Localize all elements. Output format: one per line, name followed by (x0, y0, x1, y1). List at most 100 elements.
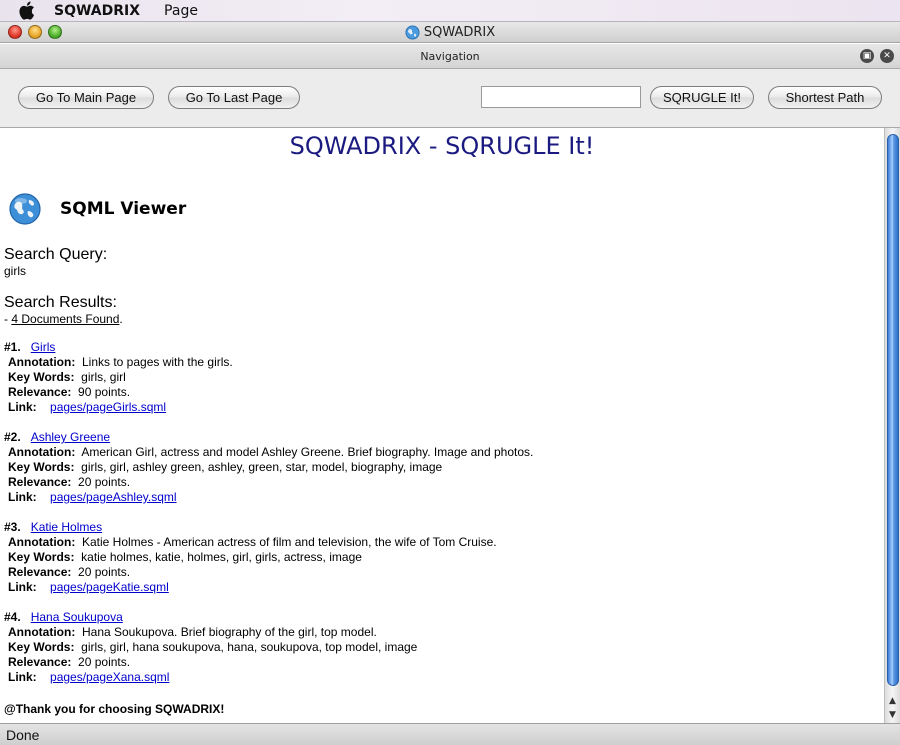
window-title-bar: SQWADRIX (0, 22, 900, 43)
go-to-main-page-button[interactable]: Go To Main Page (18, 86, 154, 109)
result-link-row: Link: pages/pageAshley.sqml (4, 490, 533, 505)
globe-icon (9, 193, 41, 225)
result-keywords-row: Key Words: girls, girl, ashley green, as… (4, 460, 533, 475)
menu-bar: SQWADRIX Page (0, 0, 900, 22)
search-query-label: Search Query: (4, 246, 108, 263)
result-keywords-row: Key Words: katie holmes, katie, holmes, … (4, 550, 497, 565)
apple-logo-icon[interactable] (18, 1, 40, 21)
search-input[interactable] (481, 86, 641, 108)
globe-icon (405, 24, 420, 40)
result-relevance: 20 points. (78, 565, 131, 579)
result-title-line: #2. Ashley Greene (4, 430, 533, 445)
keywords-label: Key Words: (8, 640, 75, 654)
search-result-item: #2. Ashley Greene Annotation: American Gi… (4, 430, 533, 505)
thanks-message: @Thank you for choosing SQWADRIX! (4, 702, 225, 716)
keywords-label: Key Words: (8, 370, 75, 384)
result-annotation: American Girl, actress and model Ashley … (81, 445, 534, 459)
result-title-line: #1. Girls (4, 340, 233, 355)
shortest-path-button[interactable]: Shortest Path (768, 86, 882, 109)
zoom-window-button[interactable] (48, 25, 62, 39)
keywords-label: Key Words: (8, 550, 75, 564)
relevance-label: Relevance: (8, 385, 72, 399)
status-bar: Done (0, 723, 900, 745)
keywords-label: Key Words: (8, 460, 75, 474)
relevance-label: Relevance: (8, 475, 72, 489)
result-relevance-row: Relevance: 90 points. (4, 385, 233, 400)
result-keywords: girls, girl (81, 370, 126, 384)
menu-app-name[interactable]: SQWADRIX (54, 3, 140, 19)
scrollbar-thumb[interactable] (887, 134, 899, 686)
results-count-suffix: . (119, 312, 123, 326)
result-number: #2. (4, 430, 21, 444)
annotation-label: Annotation: (8, 625, 76, 639)
search-result-item: #4. Hana Soukupova Annotation: Hana Souku… (4, 610, 417, 685)
result-relevance-row: Relevance: 20 points. (4, 475, 533, 490)
close-window-button[interactable] (8, 25, 22, 39)
result-relevance-row: Relevance: 20 points. (4, 655, 417, 670)
annotation-label: Annotation: (8, 445, 76, 459)
result-keywords: girls, girl, hana soukupova, hana, souku… (81, 640, 418, 654)
result-number: #4. (4, 610, 21, 624)
result-annotation-row: Annotation: Katie Holmes - American actr… (4, 535, 497, 550)
results-count: 4 Documents Found (11, 312, 120, 326)
search-result-item: #1. Girls Annotation: Links to pages with… (4, 340, 233, 415)
result-link[interactable]: pages/pageKatie.sqml (50, 580, 169, 594)
result-title-line: #3. Katie Holmes (4, 520, 497, 535)
sqrugle-button[interactable]: SQRUGLE It! (650, 86, 754, 109)
result-link[interactable]: pages/pageAshley.sqml (50, 490, 177, 504)
scroll-up-arrow-icon[interactable]: ▲ (885, 694, 900, 708)
result-title-link[interactable]: Katie Holmes (31, 520, 102, 534)
results-count-line: - 4 Documents Found. (4, 312, 123, 326)
link-label: Link: (8, 670, 37, 684)
navigation-controls: ▣ ✕ (860, 49, 894, 63)
result-link-row: Link: pages/pageXana.sqml (4, 670, 417, 685)
result-annotation: Hana Soukupova. Brief biography of the g… (81, 625, 377, 639)
result-annotation: Links to pages with the girls. (81, 355, 233, 369)
link-label: Link: (8, 580, 37, 594)
result-keywords-row: Key Words: girls, girl (4, 370, 233, 385)
go-to-last-page-button[interactable]: Go To Last Page (168, 86, 300, 109)
result-title-link[interactable]: Girls (31, 340, 56, 354)
vertical-scrollbar[interactable]: ▲ ▼ (884, 128, 900, 723)
window-title: SQWADRIX (423, 24, 496, 40)
scroll-down-arrow-icon[interactable]: ▼ (885, 708, 900, 722)
navigation-header: Navigation ▣ ✕ (0, 44, 900, 69)
relevance-label: Relevance: (8, 655, 72, 669)
result-number: #3. (4, 520, 21, 534)
result-relevance-row: Relevance: 20 points. (4, 565, 497, 580)
toolbar: Go To Main Page Go To Last Page SQRUGLE … (0, 69, 900, 128)
result-link[interactable]: pages/pageXana.sqml (50, 670, 169, 684)
result-relevance: 90 points. (78, 385, 131, 399)
result-annotation-row: Annotation: American Girl, actress and m… (4, 445, 533, 460)
result-title-link[interactable]: Hana Soukupova (31, 610, 123, 624)
annotation-label: Annotation: (8, 535, 76, 549)
viewer-title: SQML Viewer (60, 199, 187, 219)
close-icon[interactable]: ✕ (880, 49, 894, 63)
link-label: Link: (8, 490, 37, 504)
minimize-window-button[interactable] (28, 25, 42, 39)
result-title-line: #4. Hana Soukupova (4, 610, 417, 625)
status-text: Done (6, 726, 40, 743)
result-annotation-row: Annotation: Links to pages with the girl… (4, 355, 233, 370)
result-number: #1. (4, 340, 21, 354)
window-controls (8, 25, 62, 39)
result-link-row: Link: pages/pageGirls.sqml (4, 400, 233, 415)
result-link[interactable]: pages/pageGirls.sqml (50, 400, 166, 414)
result-keywords: katie holmes, katie, holmes, girl, girls… (81, 550, 362, 564)
result-link-row: Link: pages/pageKatie.sqml (4, 580, 497, 595)
result-annotation-row: Annotation: Hana Soukupova. Brief biogra… (4, 625, 417, 640)
restore-icon[interactable]: ▣ (860, 49, 874, 63)
result-keywords: girls, girl, ashley green, ashley, green… (81, 460, 443, 474)
annotation-label: Annotation: (8, 355, 76, 369)
viewer-header: SQML Viewer (8, 192, 186, 226)
search-result-item: #3. Katie Holmes Annotation: Katie Holmes… (4, 520, 497, 595)
result-relevance: 20 points. (78, 655, 131, 669)
page-heading: SQWADRIX - SQRUGLE It! (289, 132, 595, 160)
link-label: Link: (8, 400, 37, 414)
search-query-value: girls (4, 264, 27, 278)
navigation-title: Navigation (420, 49, 480, 63)
menu-page[interactable]: Page (164, 3, 198, 19)
result-keywords-row: Key Words: girls, girl, hana soukupova, … (4, 640, 417, 655)
result-title-link[interactable]: Ashley Greene (31, 430, 110, 444)
result-annotation: Katie Holmes - American actress of film … (81, 535, 497, 549)
